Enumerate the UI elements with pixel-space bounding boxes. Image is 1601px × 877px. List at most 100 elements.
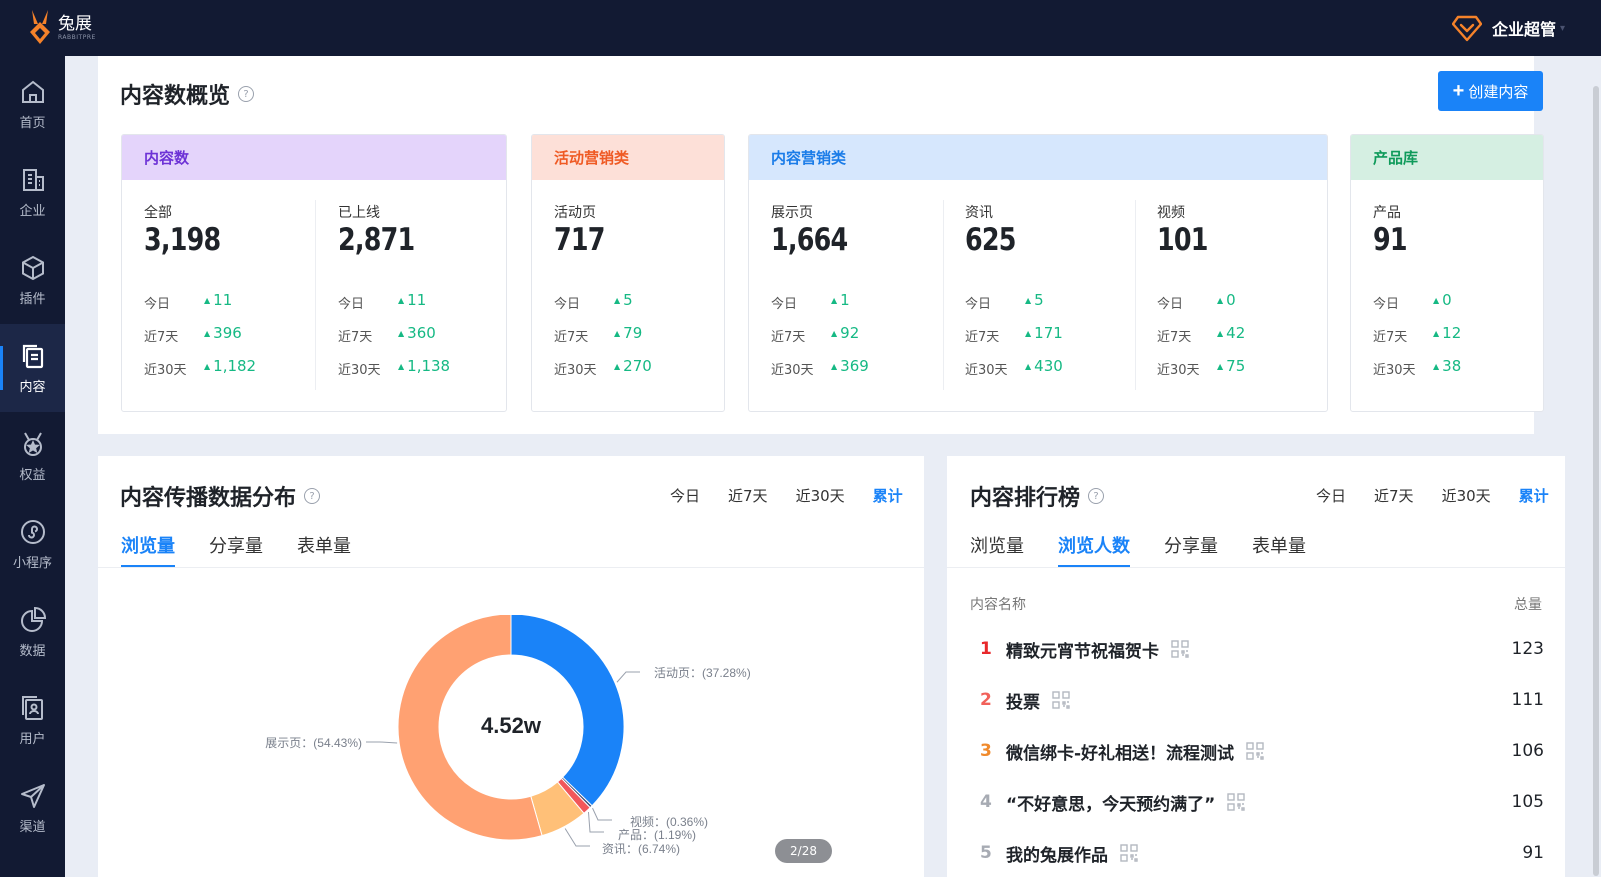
row-label-30d: 近30天: [1373, 363, 1416, 378]
period-30d[interactable]: 近30天: [1442, 485, 1491, 506]
rank-total: 111: [1511, 690, 1544, 710]
rank-content-title[interactable]: “不好意思，今天预约满了”: [1006, 790, 1215, 815]
metric-label: 产品: [1373, 205, 1401, 221]
metric-label: 资讯: [965, 205, 993, 221]
tab-forms[interactable]: 表单量: [1252, 532, 1306, 568]
metric-label: 展示页: [771, 205, 813, 221]
qr-code-icon[interactable]: [1227, 793, 1246, 811]
sidebar-item-label: 插件: [19, 291, 46, 307]
user-role: 企业超管: [1491, 20, 1556, 39]
rank-content-title[interactable]: 精致元宵节祝福贺卡: [1006, 637, 1159, 662]
copy-icon: [22, 344, 43, 368]
sidebar-item-benefits[interactable]: 权益: [0, 412, 65, 500]
period-total[interactable]: 累计: [873, 485, 903, 506]
delta-today: ▲ 5: [614, 291, 633, 309]
user-menu[interactable]: 企业超管 ▾: [1451, 14, 1565, 42]
metric-value: 1,664: [771, 222, 848, 258]
delta-7d: ▲ 396: [204, 324, 242, 342]
sidebar-item-content[interactable]: 内容: [0, 324, 65, 412]
delta-today: ▲ 0: [1217, 291, 1236, 309]
tab-visitors[interactable]: 浏览人数: [1058, 532, 1130, 568]
rank-content-title[interactable]: 微信绑卡-好礼相送！流程测试: [1006, 739, 1234, 764]
qr-code-icon[interactable]: [1120, 844, 1138, 862]
row-label-today: 今日: [965, 297, 992, 312]
donut-slice-活动页: [510, 615, 625, 807]
sidebar-item-label: 用户: [19, 731, 46, 747]
delta-today: ▲ 11: [398, 291, 427, 309]
rank-row[interactable]: 4 “不好意思，今天预约满了” 105: [980, 787, 1544, 817]
period-today[interactable]: 今日: [670, 485, 700, 506]
qr-code-icon[interactable]: [1052, 691, 1070, 709]
rank-number: 3: [980, 741, 992, 761]
period-total[interactable]: 累计: [1519, 485, 1549, 506]
rank-row[interactable]: 1 精致元宵节祝福贺卡 123: [980, 634, 1544, 664]
delta-today: ▲ 0: [1433, 291, 1452, 309]
sidebar-item-label: 首页: [19, 115, 46, 131]
tab-views[interactable]: 浏览量: [121, 532, 175, 568]
rank-content-title[interactable]: 投票: [1006, 688, 1040, 713]
period-7d[interactable]: 近7天: [728, 485, 768, 506]
metric-value: 91: [1373, 222, 1408, 258]
delta-7d: ▲ 171: [1025, 324, 1063, 342]
metric-value: 101: [1157, 222, 1208, 258]
sidebar-item-plugins[interactable]: 插件: [0, 236, 65, 324]
donut-center-value: 4.52w: [481, 713, 542, 738]
sidebar-item-label: 内容: [19, 379, 46, 395]
brand-logo[interactable]: 兔展 RABBITPRE: [24, 8, 96, 48]
sidebar-item-home[interactable]: 首页: [0, 60, 65, 148]
row-label-today: 今日: [338, 297, 365, 312]
period-7d[interactable]: 近7天: [1374, 485, 1414, 506]
create-content-button[interactable]: + 创建内容: [1438, 71, 1543, 111]
medal-icon: [23, 432, 42, 456]
rank-number: 1: [980, 639, 992, 659]
sidebar-item-label: 企业: [19, 203, 46, 219]
rank-row[interactable]: 2 投票 111: [980, 685, 1544, 715]
delta-today: ▲ 5: [1025, 291, 1044, 309]
metric-label: 视频: [1157, 205, 1185, 221]
user-doc-icon: [21, 695, 43, 720]
pie-icon: [20, 606, 46, 632]
tab-shares[interactable]: 分享量: [1164, 532, 1218, 568]
tab-shares[interactable]: 分享量: [209, 532, 263, 568]
column-header-total: 总量: [1514, 597, 1542, 613]
chart-pager[interactable]: 2/28: [775, 839, 832, 863]
row-label-30d: 近30天: [338, 363, 381, 378]
group-content-count: 内容数 全部 3,198 已上线 2,871 今日 近7天 近30天 ▲ 11 ▲…: [121, 134, 507, 412]
send-icon: [20, 783, 45, 808]
chevron-down-icon: ▾: [1559, 22, 1565, 34]
rank-row[interactable]: 5 我的兔展作品 91: [980, 838, 1544, 868]
group-content-marketing: 内容营销类 展示页 1,664 资讯 625 视频 101 今日 近7天 近30…: [748, 134, 1328, 412]
distribution-donut-chart: 4.52w: [397, 615, 625, 841]
group-header: 产品库: [1351, 135, 1543, 180]
column-header-name: 内容名称: [970, 597, 1026, 613]
home-icon: [21, 80, 44, 103]
sidebar-item-channels[interactable]: 渠道: [0, 764, 65, 852]
help-icon[interactable]: ?: [1088, 488, 1105, 504]
metric-label: 活动页: [554, 205, 596, 221]
sidebar-item-users[interactable]: 用户: [0, 676, 65, 764]
page-scrollbar[interactable]: [1593, 86, 1599, 876]
sidebar-item-label: 渠道: [19, 819, 46, 835]
period-today[interactable]: 今日: [1316, 485, 1346, 506]
rank-content-title[interactable]: 我的兔展作品: [1006, 841, 1108, 866]
qr-code-icon[interactable]: [1246, 742, 1264, 760]
sidebar-item-company[interactable]: 企业: [0, 148, 65, 236]
sidebar-item-miniprogram[interactable]: 小程序: [0, 500, 65, 588]
delta-today: ▲ 1: [831, 291, 850, 309]
rank-row[interactable]: 3 微信绑卡-好礼相送！流程测试 106: [980, 736, 1544, 766]
tab-views[interactable]: 浏览量: [970, 532, 1024, 568]
brand-name-en: RABBITPRE: [58, 34, 96, 41]
help-icon[interactable]: ?: [238, 86, 255, 102]
sidebar-item-data[interactable]: 数据: [0, 588, 65, 676]
period-30d[interactable]: 近30天: [796, 485, 845, 506]
help-icon[interactable]: ?: [304, 488, 321, 504]
create-content-label: 创建内容: [1468, 83, 1529, 101]
tab-forms[interactable]: 表单量: [297, 532, 351, 568]
row-label-7d: 近7天: [1157, 330, 1192, 345]
delta-7d: ▲ 92: [831, 324, 860, 342]
qr-code-icon[interactable]: [1171, 640, 1189, 658]
group-header: 内容数: [122, 135, 506, 180]
rank-number: 2: [980, 690, 992, 710]
delta-30d: ▲ 1,182: [204, 357, 257, 375]
row-label-30d: 近30天: [771, 363, 814, 378]
